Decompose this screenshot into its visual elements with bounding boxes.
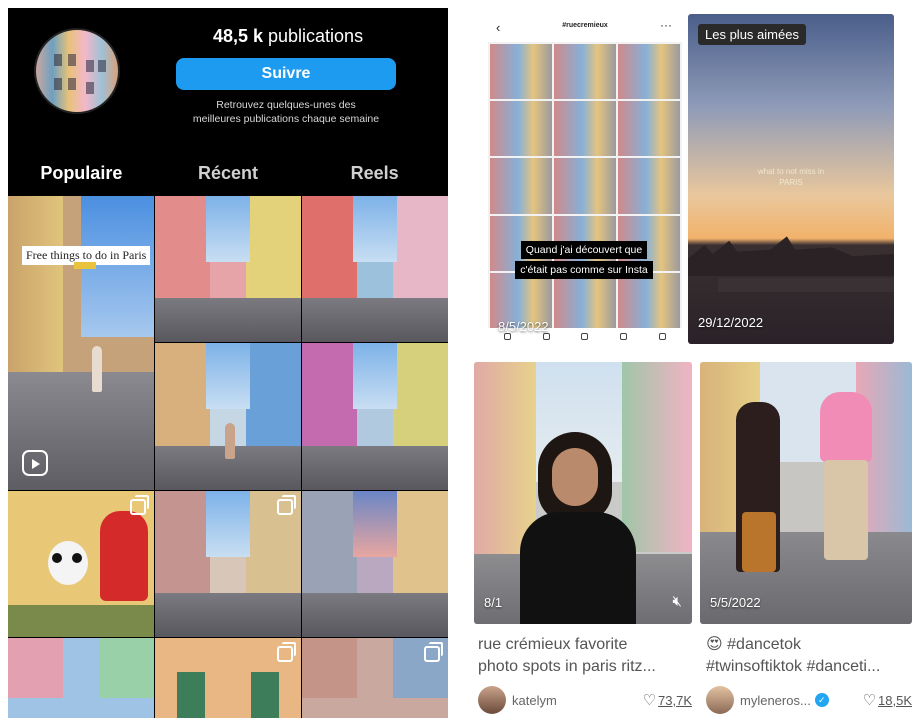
add-icon xyxy=(581,332,589,340)
grid-post-reel[interactable]: Free things to do in Paris xyxy=(8,196,154,490)
author-name[interactable]: myleneros... xyxy=(740,693,811,708)
grid-post[interactable] xyxy=(155,343,301,490)
grid-post[interactable] xyxy=(302,343,448,490)
thumbnail-grid xyxy=(490,44,680,328)
video-card[interactable]: 5/5/2022 xyxy=(700,362,912,624)
multi-post-icon xyxy=(277,495,296,515)
video-meta: katelym ♡ 73,7K xyxy=(478,686,692,714)
tab-reels[interactable]: Reels xyxy=(301,150,448,196)
grid-post[interactable] xyxy=(155,638,301,718)
video-text-overlay: Quand j'ai découvert que c'était pas com… xyxy=(508,240,660,280)
avatar[interactable] xyxy=(478,686,506,714)
overlay-line-2: PARIS xyxy=(779,178,803,187)
multi-post-icon xyxy=(424,642,443,662)
title-line-1: 😍 #dancetok xyxy=(706,634,912,656)
grid-post[interactable] xyxy=(302,638,448,718)
profile-icon xyxy=(659,332,667,340)
video-card[interactable]: ‹ #ruecremieux ··· Quand j'ai découvert … xyxy=(488,14,682,344)
title-line-1: rue crémieux favorite xyxy=(478,636,628,653)
phone-hashtag: #ruecremieux xyxy=(562,22,608,29)
inbox-icon xyxy=(620,332,628,340)
video-card[interactable]: Les plus aimées what to not miss in PARI… xyxy=(688,14,894,344)
tab-recent[interactable]: Récent xyxy=(155,150,302,196)
overlay-line-1: what to not miss in xyxy=(757,167,825,176)
overlay-line-1: Quand j'ai découvert que xyxy=(520,241,648,259)
feed-tabs: Populaire Récent Reels xyxy=(8,150,448,196)
tiktok-results: ‹ #ruecremieux ··· Quand j'ai découvert … xyxy=(460,0,913,718)
multi-post-icon xyxy=(130,495,149,515)
reels-icon xyxy=(22,450,48,476)
mute-icon[interactable]: 🔇︎ xyxy=(673,593,682,610)
heart-icon: ♡ xyxy=(862,692,877,709)
post-count: 48,5 k publications xyxy=(178,26,398,47)
video-date: 8/5/2022 xyxy=(498,319,549,334)
grid-post[interactable] xyxy=(155,491,301,637)
hashtag-header: 48,5 k publications Suivre Retrouvez que… xyxy=(8,8,448,150)
like-count: 18,5K xyxy=(878,692,912,708)
hashtag-avatar xyxy=(34,28,120,114)
grid-post[interactable] xyxy=(302,196,448,342)
heart-icon: ♡ xyxy=(642,692,657,709)
hashtag-description: Retrouvez quelques-unes des meilleures p… xyxy=(168,98,404,126)
like-count: 73,7K xyxy=(658,692,692,708)
video-title[interactable]: rue crémieux favorite photo spots in par… xyxy=(478,634,694,678)
tab-popular[interactable]: Populaire xyxy=(8,150,155,196)
verified-icon: ✓ xyxy=(814,693,829,707)
video-date: 8/1 xyxy=(484,595,503,610)
title-hashtag: #dancetok xyxy=(727,636,801,653)
video-title[interactable]: 😍 #dancetok #twinsoftiktok #danceti... xyxy=(706,634,912,678)
caption-highlight xyxy=(74,262,96,269)
more-icon: ··· xyxy=(660,18,672,32)
grid-post[interactable] xyxy=(8,638,154,718)
author-name[interactable]: katelym xyxy=(512,693,557,708)
most-liked-badge: Les plus aimées xyxy=(698,24,806,45)
video-card[interactable]: 8/1 🔇︎ xyxy=(474,362,692,624)
video-meta: myleneros... ✓ ♡ 18,5K xyxy=(706,686,912,714)
description-line-2: meilleures publications chaque semaine xyxy=(192,113,380,125)
overlay-line-2: c'était pas comme sur Insta xyxy=(515,261,653,279)
phone-header: ‹ #ruecremieux ··· xyxy=(488,14,682,42)
video-date: 29/12/2022 xyxy=(698,315,764,330)
post-count-label: publications xyxy=(268,26,364,46)
follow-button[interactable]: Suivre xyxy=(176,58,396,90)
grid-post[interactable] xyxy=(8,491,154,637)
video-text-overlay: what to not miss in PARIS xyxy=(688,166,894,188)
video-date: 5/5/2022 xyxy=(710,595,761,610)
title-line-2: #twinsoftiktok #danceti... xyxy=(706,658,881,675)
description-line-1: Retrouvez quelques-unes des xyxy=(216,99,356,111)
grid-post[interactable] xyxy=(155,196,301,342)
title-emoji: 😍 xyxy=(706,636,723,653)
multi-post-icon xyxy=(277,642,296,662)
instagram-hashtag-page: 48,5 k publications Suivre Retrouvez que… xyxy=(8,8,448,718)
post-count-value: 48,5 k xyxy=(212,26,263,46)
grid-post[interactable] xyxy=(302,491,448,637)
title-line-2: photo spots in paris ritz... xyxy=(478,658,656,675)
avatar[interactable] xyxy=(706,686,734,714)
